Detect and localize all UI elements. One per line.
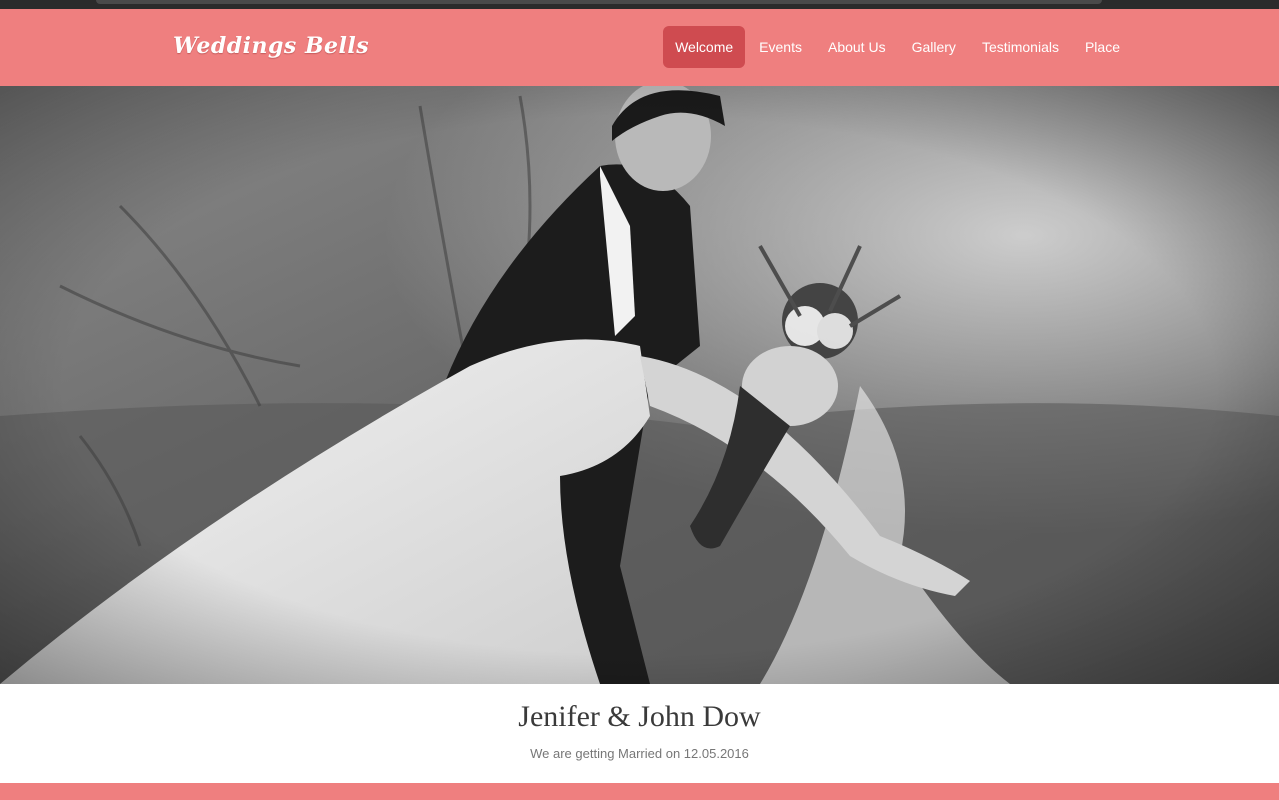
hero-wedding-couple-image <box>0 86 1279 684</box>
nav-item-welcome[interactable]: Welcome <box>663 26 746 68</box>
nav-item-events[interactable]: Events <box>747 26 814 68</box>
nav-item-gallery[interactable]: Gallery <box>900 26 968 68</box>
nav-item-place[interactable]: Place <box>1073 26 1132 68</box>
couple-caption: Jenifer & John Dow We are getting Marrie… <box>0 684 1279 783</box>
main-nav: Welcome Events About Us Gallery Testimon… <box>663 26 1132 68</box>
browser-chrome <box>0 0 1279 9</box>
site-header: Weddings Bells Welcome Events About Us G… <box>0 9 1279 86</box>
couple-names-heading: Jenifer & John Dow <box>518 700 761 733</box>
footer-strip <box>0 783 1279 800</box>
nav-item-about-us[interactable]: About Us <box>816 26 898 68</box>
hero-photo <box>0 86 1279 684</box>
wedding-date-text: We are getting Married on 12.05.2016 <box>530 746 749 761</box>
browser-address-bar <box>96 0 1102 4</box>
site-logo[interactable]: Weddings Bells <box>173 33 369 59</box>
nav-item-testimonials[interactable]: Testimonials <box>970 26 1071 68</box>
